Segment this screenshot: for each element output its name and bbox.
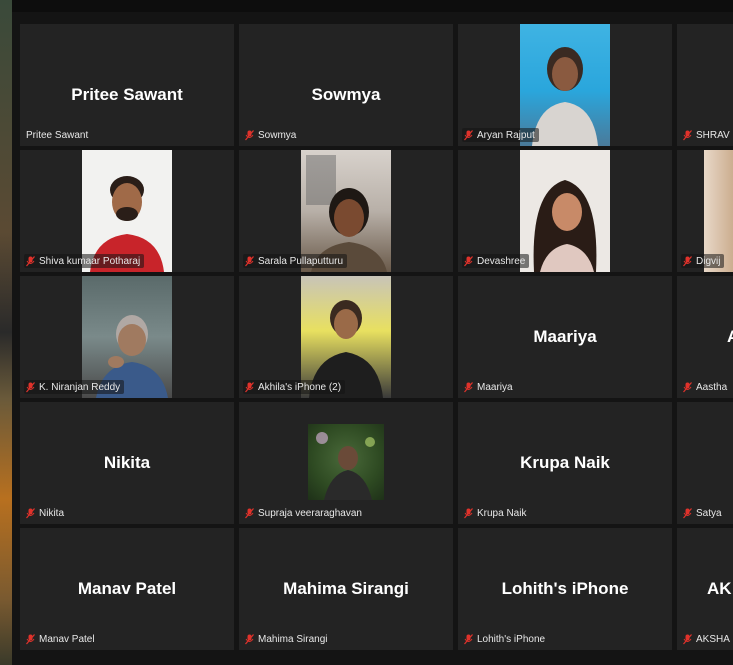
participant-label-text: Shiva kumaar Potharaj (39, 255, 141, 267)
participant-tile-aksha[interactable]: AK AKSHA (677, 528, 733, 650)
participant-tile-krupa-naik[interactable]: Krupa Naik Krupa Naik (458, 402, 672, 524)
participant-tile-digvij[interactable]: Digvij (677, 150, 733, 272)
participant-name-display: Maariya (533, 327, 597, 346)
mic-muted-icon (683, 129, 692, 140)
profile-picture-image (316, 432, 375, 500)
participant-name-display: Nikita (103, 453, 151, 472)
participant-label: Nikita (24, 506, 68, 520)
participant-label-text: Manav Patel (39, 633, 95, 645)
participant-label: Maariya (462, 380, 517, 394)
participant-label: Pritee Sawant (24, 128, 92, 142)
participant-tile-aryan-rajput[interactable]: Aryan Rajput (458, 24, 672, 146)
participant-tile-akhila-iphone[interactable]: Akhila's iPhone (2) (239, 276, 453, 398)
participant-label-text: SHRAV (696, 129, 730, 141)
participant-label: Sowmya (243, 128, 300, 142)
mic-muted-icon (245, 129, 254, 140)
participant-tile-supraja[interactable]: Supraja veeraraghavan (239, 402, 453, 524)
participant-label-text: Supraja veeraraghavan (258, 507, 362, 519)
participant-name-display: A (727, 327, 733, 347)
participant-label-text: Nikita (39, 507, 65, 519)
participant-label: Satya (681, 506, 726, 520)
participant-name-display: Manav Patel (77, 579, 177, 598)
participant-label-text: Pritee Sawant (26, 129, 89, 141)
mic-muted-icon (464, 255, 473, 266)
participant-label-text: Devashree (477, 255, 526, 267)
mic-muted-icon (683, 255, 692, 266)
participant-tile-sowmya[interactable]: Sowmya Sowmya (239, 24, 453, 146)
participant-label-text: Krupa Naik (477, 507, 527, 519)
participant-tile-lohith-iphone[interactable]: Lohith's iPhone Lohith's iPhone (458, 528, 672, 650)
participant-label: Mahima Sirangi (243, 632, 331, 646)
participant-label: Sarala Pullaputturu (243, 254, 348, 268)
participant-tile-mahima-sirangi[interactable]: Mahima Sirangi Mahima Sirangi (239, 528, 453, 650)
participant-label-text: Aryan Rajput (477, 129, 535, 141)
participant-label-text: Akhila's iPhone (2) (258, 381, 342, 393)
participant-label: Shiva kumaar Potharaj (24, 254, 145, 268)
participant-video (520, 150, 610, 272)
mic-muted-icon (464, 633, 473, 644)
participant-tile-aastha[interactable]: A Aastha (677, 276, 733, 398)
participant-label-text: Digvij (696, 255, 721, 267)
participant-label-text: Satya (696, 507, 722, 519)
participant-name-display: Lohith's iPhone (501, 579, 629, 598)
participant-label-text: Lohith's iPhone (477, 633, 546, 645)
participant-label: Manav Patel (24, 632, 99, 646)
participant-label: K. Niranjan Reddy (24, 380, 125, 394)
participant-tile-satya[interactable]: Satya (677, 402, 733, 524)
mic-muted-icon (683, 381, 692, 392)
participant-label: Devashree (462, 254, 530, 268)
mic-muted-icon (464, 381, 473, 392)
participant-label-text: K. Niranjan Reddy (39, 381, 121, 393)
gallery-grid: Pritee Sawant Pritee Sawant Sowmya Sowmy… (12, 12, 733, 665)
participant-label-text: Maariya (477, 381, 513, 393)
participant-profile-picture (308, 424, 384, 500)
person-silhouette (533, 180, 597, 272)
mic-muted-icon (245, 633, 254, 644)
participant-label: SHRAV (681, 128, 733, 142)
participant-tile-maariya[interactable]: Maariya Maariya (458, 276, 672, 398)
participant-label-text: Sarala Pullaputturu (258, 255, 344, 267)
participant-label-text: Sowmya (258, 129, 297, 141)
mic-muted-icon (26, 633, 35, 644)
participant-tile-k-niranjan-reddy[interactable]: K. Niranjan Reddy (20, 276, 234, 398)
participant-name-display: Mahima Sirangi (283, 579, 409, 598)
participant-label: Supraja veeraraghavan (243, 506, 366, 520)
participant-tile-shiva-kumaar[interactable]: Shiva kumaar Potharaj (20, 150, 234, 272)
participant-label: Lohith's iPhone (462, 632, 549, 646)
participant-label: Krupa Naik (462, 506, 530, 520)
participant-name-display: Pritee Sawant (71, 85, 183, 104)
participant-tile-nikita[interactable]: Nikita Nikita (20, 402, 234, 524)
top-bar (0, 0, 733, 12)
mic-muted-icon (464, 507, 473, 518)
participant-tile-sarala[interactable]: Sarala Pullaputturu (239, 150, 453, 272)
participant-label: Aastha (681, 380, 731, 394)
participant-name-display: Sowmya (311, 85, 381, 104)
participant-label: Aryan Rajput (462, 128, 539, 142)
mic-muted-icon (683, 507, 692, 518)
mic-muted-icon (245, 255, 254, 266)
participant-label-text: Aastha (696, 381, 728, 393)
mic-muted-icon (26, 381, 35, 392)
participant-tile-pritee-sawant[interactable]: Pritee Sawant Pritee Sawant (20, 24, 234, 146)
participant-name-display: AK (707, 579, 732, 598)
participant-tile-devashree[interactable]: Devashree (458, 150, 672, 272)
participant-label: Akhila's iPhone (2) (243, 380, 346, 394)
mic-muted-icon (245, 381, 254, 392)
participant-label: Digvij (681, 254, 725, 268)
mic-muted-icon (26, 255, 35, 266)
mic-muted-icon (245, 507, 254, 518)
participant-tile-shrav[interactable]: SHRAV (677, 24, 733, 146)
participant-tile-manav-patel[interactable]: Manav Patel Manav Patel (20, 528, 234, 650)
participant-label-text: Mahima Sirangi (258, 633, 328, 645)
background-window-edge (0, 0, 12, 665)
mic-muted-icon (464, 129, 473, 140)
participant-name-display: Krupa Naik (520, 453, 610, 472)
participant-label: AKSHA (681, 632, 733, 646)
mic-muted-icon (26, 507, 35, 518)
participant-label-text: AKSHA (696, 633, 730, 645)
mic-muted-icon (683, 633, 692, 644)
